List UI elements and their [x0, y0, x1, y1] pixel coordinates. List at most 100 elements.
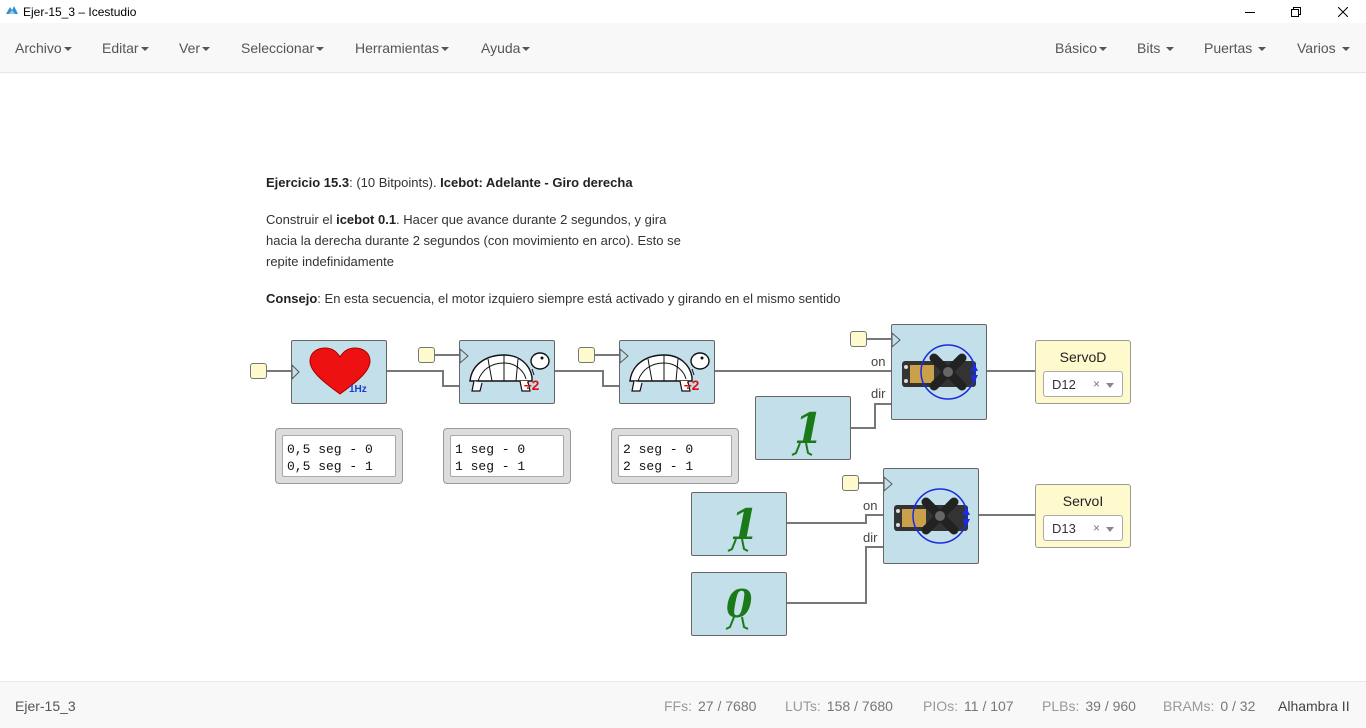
- stat-value: 39 / 960: [1085, 698, 1136, 714]
- servo-block-right[interactable]: [891, 324, 987, 420]
- port-label-on: on: [863, 498, 878, 513]
- menu-label: Seleccionar: [241, 40, 315, 56]
- clear-icon[interactable]: ×: [1093, 377, 1100, 391]
- menu-label: Herramientas: [355, 40, 440, 56]
- port-label-on: on: [871, 354, 886, 369]
- title-bar: Ejer-15_3 – Icestudio: [0, 0, 1366, 23]
- menu-label: Básico: [1055, 40, 1098, 56]
- icestudio-logo-icon: [6, 6, 18, 14]
- comment-line: 0,5 seg - 1: [287, 459, 373, 474]
- maximize-button[interactable]: [1273, 0, 1319, 23]
- menu-bar: Archivo Editar Ver Seleccionar Herramien…: [0, 23, 1366, 73]
- divider-turtle-block-2[interactable]: ÷2: [619, 340, 715, 404]
- menu-label: Bits: [1137, 40, 1161, 56]
- stat-label: FFs:: [664, 698, 692, 714]
- input-port[interactable]: [842, 475, 859, 491]
- restore-icon: [1291, 6, 1301, 17]
- design-canvas[interactable]: Ejercicio 15.3: (10 Bitpoints). Icebot: …: [0, 74, 1366, 681]
- caret-down-icon: [1341, 47, 1350, 52]
- stat-value: 11 / 107: [964, 698, 1014, 714]
- board-selector[interactable]: Alhambra II: [1278, 698, 1350, 714]
- stat-label: BRAMs:: [1163, 698, 1215, 714]
- output-name: ServoI: [1062, 493, 1104, 509]
- menu-bits[interactable]: Bits: [1137, 40, 1175, 56]
- caret-down-icon: [522, 47, 531, 52]
- stat-label: PLBs:: [1042, 698, 1080, 714]
- constant-one-block-1[interactable]: 1: [755, 396, 851, 460]
- output-block-servoi[interactable]: ServoI D13 ×: [1035, 484, 1131, 548]
- window-title: Ejer-15_3 – Icestudio: [23, 5, 137, 19]
- walking-zero-icon: 0: [725, 581, 753, 630]
- stat-label: PIOs:: [923, 698, 959, 714]
- minimize-button[interactable]: [1227, 0, 1273, 23]
- close-button[interactable]: [1320, 0, 1366, 23]
- comment-text: 2 seg - 0 2 seg - 1: [618, 435, 732, 477]
- input-port[interactable]: [418, 347, 435, 363]
- ffs-stat: FFs: 27 / 7680: [664, 698, 756, 714]
- menu-editar[interactable]: Editar: [102, 40, 149, 56]
- comment-line: 1 seg - 1: [455, 459, 526, 474]
- caret-down-icon: [202, 47, 211, 52]
- caret-down-icon: [316, 47, 325, 52]
- caret-down-icon: [1166, 47, 1175, 52]
- comment-text: 0,5 seg - 0 0,5 seg - 1: [282, 435, 396, 477]
- menu-varios[interactable]: Varios: [1297, 40, 1350, 56]
- menu-archivo[interactable]: Archivo: [15, 40, 72, 56]
- menu-label: Ayuda: [481, 40, 521, 56]
- port-label-dir: dir: [863, 530, 878, 545]
- divider-turtle-block-1[interactable]: ÷2: [459, 340, 555, 404]
- servo-block-left[interactable]: [883, 468, 979, 564]
- input-port[interactable]: [250, 363, 267, 379]
- walking-one-icon: 1: [791, 404, 823, 456]
- wire: [787, 546, 884, 604]
- constant-zero-block[interactable]: 0: [691, 572, 787, 636]
- output-name: ServoD: [1059, 349, 1107, 365]
- pin-value: D13: [1052, 521, 1076, 536]
- turtle-icon: ÷2: [459, 347, 550, 393]
- port-label-dir: dir: [871, 386, 886, 401]
- heart-icon: 1Hz: [291, 347, 371, 395]
- menu-seleccionar[interactable]: Seleccionar: [241, 40, 325, 56]
- servo-motor-icon: [883, 475, 970, 544]
- menu-label: Editar: [102, 40, 139, 56]
- comment-block-2[interactable]: 1 seg - 0 1 seg - 1: [443, 428, 571, 484]
- output-block-servod[interactable]: ServoD D12 ×: [1035, 340, 1131, 404]
- project-name: Ejer-15_3: [15, 698, 76, 714]
- divide-by-two-label: ÷2: [684, 377, 700, 393]
- heartbeat-1hz-block[interactable]: 1Hz: [291, 340, 387, 404]
- dropdown-arrow-icon[interactable]: [1106, 527, 1114, 532]
- close-icon: [1338, 6, 1348, 17]
- heart-hz-label: 1Hz: [349, 384, 367, 395]
- menu-herramientas[interactable]: Herramientas: [355, 40, 450, 56]
- wire: [787, 514, 884, 524]
- menu-puertas[interactable]: Puertas: [1204, 40, 1267, 56]
- clear-icon[interactable]: ×: [1093, 521, 1100, 535]
- comment-line: 1 seg - 0: [455, 442, 526, 457]
- comment-text: 1 seg - 0 1 seg - 1: [450, 435, 564, 477]
- wire: [387, 370, 460, 387]
- walking-one-icon: 1: [727, 500, 759, 552]
- caret-down-icon: [1099, 47, 1108, 52]
- caret-down-icon: [140, 47, 149, 52]
- menu-ayuda[interactable]: Ayuda: [481, 40, 531, 56]
- constant-one-block-2[interactable]: 1: [691, 492, 787, 556]
- caret-down-icon: [441, 47, 450, 52]
- menu-ver[interactable]: Ver: [179, 40, 211, 56]
- menu-label: Puertas: [1204, 40, 1253, 56]
- status-bar: Ejer-15_3 FFs: 27 / 7680 LUTs: 158 / 7680 …: [0, 681, 1366, 728]
- comment-line: 2 seg - 0: [623, 442, 694, 457]
- pin-select[interactable]: D12 ×: [1043, 371, 1123, 397]
- comment-line: 2 seg - 1: [623, 459, 694, 474]
- menu-basico[interactable]: Básico: [1055, 40, 1108, 56]
- caret-down-icon: [63, 47, 72, 52]
- wire: [851, 403, 891, 429]
- caret-down-icon: [1258, 47, 1267, 52]
- comment-block-1[interactable]: 0,5 seg - 0 0,5 seg - 1: [275, 428, 403, 484]
- input-port[interactable]: [850, 331, 867, 347]
- comment-block-3[interactable]: 2 seg - 0 2 seg - 1: [611, 428, 739, 484]
- dropdown-arrow-icon[interactable]: [1106, 383, 1114, 388]
- input-port[interactable]: [578, 347, 595, 363]
- menu-label: Archivo: [15, 40, 62, 56]
- pin-select[interactable]: D13 ×: [1043, 515, 1123, 541]
- stat-value: 0 / 32: [1220, 698, 1256, 714]
